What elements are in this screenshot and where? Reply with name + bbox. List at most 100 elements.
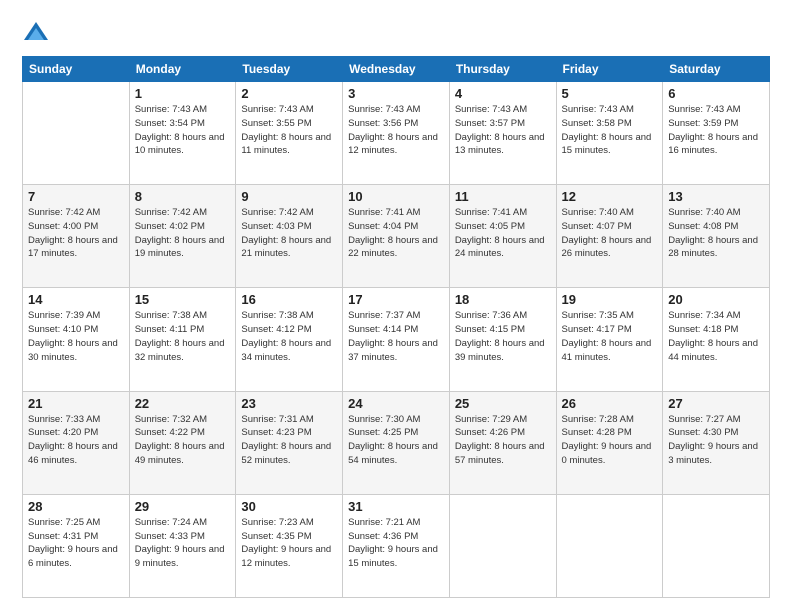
- day-number: 6: [668, 86, 764, 101]
- day-info: Sunrise: 7:36 AMSunset: 4:15 PMDaylight:…: [455, 309, 551, 364]
- day-number: 8: [135, 189, 231, 204]
- day-info: Sunrise: 7:29 AMSunset: 4:26 PMDaylight:…: [455, 413, 551, 468]
- day-number: 12: [562, 189, 658, 204]
- day-number: 27: [668, 396, 764, 411]
- day-info: Sunrise: 7:42 AMSunset: 4:02 PMDaylight:…: [135, 206, 231, 261]
- day-cell: 29 Sunrise: 7:24 AMSunset: 4:33 PMDayligh…: [129, 494, 236, 597]
- day-info: Sunrise: 7:23 AMSunset: 4:35 PMDaylight:…: [241, 516, 337, 571]
- day-cell: 26 Sunrise: 7:28 AMSunset: 4:28 PMDayligh…: [556, 391, 663, 494]
- day-cell: 6 Sunrise: 7:43 AMSunset: 3:59 PMDaylight…: [663, 82, 770, 185]
- day-info: Sunrise: 7:43 AMSunset: 3:56 PMDaylight:…: [348, 103, 444, 158]
- day-number: 25: [455, 396, 551, 411]
- day-info: Sunrise: 7:35 AMSunset: 4:17 PMDaylight:…: [562, 309, 658, 364]
- day-cell: 17 Sunrise: 7:37 AMSunset: 4:14 PMDayligh…: [343, 288, 450, 391]
- day-info: Sunrise: 7:38 AMSunset: 4:11 PMDaylight:…: [135, 309, 231, 364]
- day-cell: 12 Sunrise: 7:40 AMSunset: 4:07 PMDayligh…: [556, 185, 663, 288]
- day-info: Sunrise: 7:21 AMSunset: 4:36 PMDaylight:…: [348, 516, 444, 571]
- day-number: 28: [28, 499, 124, 514]
- day-cell: 27Sunrise: 7:27 AMSunset: 4:30 PMDayligh…: [663, 391, 770, 494]
- day-cell: 25 Sunrise: 7:29 AMSunset: 4:26 PMDayligh…: [449, 391, 556, 494]
- day-info: Sunrise: 7:25 AMSunset: 4:31 PMDaylight:…: [28, 516, 124, 571]
- day-cell: 5Sunrise: 7:43 AMSunset: 3:58 PMDaylight…: [556, 82, 663, 185]
- day-info: Sunrise: 7:37 AMSunset: 4:14 PMDaylight:…: [348, 309, 444, 364]
- day-number: 3: [348, 86, 444, 101]
- day-cell: 30 Sunrise: 7:23 AMSunset: 4:35 PMDayligh…: [236, 494, 343, 597]
- day-cell: 18 Sunrise: 7:36 AMSunset: 4:15 PMDayligh…: [449, 288, 556, 391]
- day-cell: 21Sunrise: 7:33 AMSunset: 4:20 PMDayligh…: [23, 391, 130, 494]
- day-cell: 15Sunrise: 7:38 AMSunset: 4:11 PMDayligh…: [129, 288, 236, 391]
- day-cell: 3 Sunrise: 7:43 AMSunset: 3:56 PMDaylight…: [343, 82, 450, 185]
- weekday-header-monday: Monday: [129, 57, 236, 82]
- week-row-2: 7 Sunrise: 7:42 AMSunset: 4:00 PMDaylight…: [23, 185, 770, 288]
- day-info: Sunrise: 7:43 AMSunset: 3:54 PMDaylight:…: [135, 103, 231, 158]
- day-number: 17: [348, 292, 444, 307]
- day-info: Sunrise: 7:39 AMSunset: 4:10 PMDaylight:…: [28, 309, 124, 364]
- day-number: 5: [562, 86, 658, 101]
- day-info: Sunrise: 7:24 AMSunset: 4:33 PMDaylight:…: [135, 516, 231, 571]
- day-number: 2: [241, 86, 337, 101]
- weekday-header-friday: Friday: [556, 57, 663, 82]
- day-info: Sunrise: 7:28 AMSunset: 4:28 PMDaylight:…: [562, 413, 658, 468]
- weekday-header-sunday: Sunday: [23, 57, 130, 82]
- day-number: 16: [241, 292, 337, 307]
- day-number: 7: [28, 189, 124, 204]
- day-cell: 13 Sunrise: 7:40 AMSunset: 4:08 PMDayligh…: [663, 185, 770, 288]
- day-number: 9: [241, 189, 337, 204]
- calendar-table: SundayMondayTuesdayWednesdayThursdayFrid…: [22, 56, 770, 598]
- day-info: Sunrise: 7:43 AMSunset: 3:55 PMDaylight:…: [241, 103, 337, 158]
- weekday-header-wednesday: Wednesday: [343, 57, 450, 82]
- day-number: 10: [348, 189, 444, 204]
- weekday-header-row: SundayMondayTuesdayWednesdayThursdayFrid…: [23, 57, 770, 82]
- day-cell: 31 Sunrise: 7:21 AMSunset: 4:36 PMDayligh…: [343, 494, 450, 597]
- day-cell: [449, 494, 556, 597]
- day-number: 21: [28, 396, 124, 411]
- day-number: 18: [455, 292, 551, 307]
- day-number: 14: [28, 292, 124, 307]
- day-cell: [23, 82, 130, 185]
- day-cell: 24 Sunrise: 7:30 AMSunset: 4:25 PMDayligh…: [343, 391, 450, 494]
- day-cell: 10 Sunrise: 7:41 AMSunset: 4:04 PMDayligh…: [343, 185, 450, 288]
- day-number: 29: [135, 499, 231, 514]
- day-number: 19: [562, 292, 658, 307]
- day-cell: 22 Sunrise: 7:32 AMSunset: 4:22 PMDayligh…: [129, 391, 236, 494]
- day-number: 20: [668, 292, 764, 307]
- day-number: 13: [668, 189, 764, 204]
- day-cell: 9 Sunrise: 7:42 AMSunset: 4:03 PMDaylight…: [236, 185, 343, 288]
- day-info: Sunrise: 7:41 AMSunset: 4:05 PMDaylight:…: [455, 206, 551, 261]
- day-cell: [556, 494, 663, 597]
- day-cell: 8 Sunrise: 7:42 AMSunset: 4:02 PMDaylight…: [129, 185, 236, 288]
- day-cell: 20Sunrise: 7:34 AMSunset: 4:18 PMDayligh…: [663, 288, 770, 391]
- day-info: Sunrise: 7:40 AMSunset: 4:08 PMDaylight:…: [668, 206, 764, 261]
- page: SundayMondayTuesdayWednesdayThursdayFrid…: [0, 0, 792, 612]
- day-number: 31: [348, 499, 444, 514]
- day-cell: 2 Sunrise: 7:43 AMSunset: 3:55 PMDaylight…: [236, 82, 343, 185]
- day-info: Sunrise: 7:32 AMSunset: 4:22 PMDaylight:…: [135, 413, 231, 468]
- day-number: 4: [455, 86, 551, 101]
- day-cell: 23Sunrise: 7:31 AMSunset: 4:23 PMDayligh…: [236, 391, 343, 494]
- day-info: Sunrise: 7:30 AMSunset: 4:25 PMDaylight:…: [348, 413, 444, 468]
- day-info: Sunrise: 7:42 AMSunset: 4:03 PMDaylight:…: [241, 206, 337, 261]
- week-row-4: 21Sunrise: 7:33 AMSunset: 4:20 PMDayligh…: [23, 391, 770, 494]
- day-info: Sunrise: 7:31 AMSunset: 4:23 PMDaylight:…: [241, 413, 337, 468]
- day-number: 30: [241, 499, 337, 514]
- day-number: 11: [455, 189, 551, 204]
- day-number: 1: [135, 86, 231, 101]
- day-number: 22: [135, 396, 231, 411]
- day-info: Sunrise: 7:41 AMSunset: 4:04 PMDaylight:…: [348, 206, 444, 261]
- day-cell: 4 Sunrise: 7:43 AMSunset: 3:57 PMDaylight…: [449, 82, 556, 185]
- day-cell: 1 Sunrise: 7:43 AMSunset: 3:54 PMDaylight…: [129, 82, 236, 185]
- day-info: Sunrise: 7:42 AMSunset: 4:00 PMDaylight:…: [28, 206, 124, 261]
- day-info: Sunrise: 7:43 AMSunset: 3:57 PMDaylight:…: [455, 103, 551, 158]
- logo: [22, 18, 54, 46]
- week-row-1: 1 Sunrise: 7:43 AMSunset: 3:54 PMDaylight…: [23, 82, 770, 185]
- day-info: Sunrise: 7:40 AMSunset: 4:07 PMDaylight:…: [562, 206, 658, 261]
- day-info: Sunrise: 7:43 AMSunset: 3:59 PMDaylight:…: [668, 103, 764, 158]
- week-row-3: 14 Sunrise: 7:39 AMSunset: 4:10 PMDayligh…: [23, 288, 770, 391]
- day-number: 26: [562, 396, 658, 411]
- day-cell: 14 Sunrise: 7:39 AMSunset: 4:10 PMDayligh…: [23, 288, 130, 391]
- week-row-5: 28 Sunrise: 7:25 AMSunset: 4:31 PMDayligh…: [23, 494, 770, 597]
- day-number: 24: [348, 396, 444, 411]
- day-cell: [663, 494, 770, 597]
- day-info: Sunrise: 7:38 AMSunset: 4:12 PMDaylight:…: [241, 309, 337, 364]
- weekday-header-tuesday: Tuesday: [236, 57, 343, 82]
